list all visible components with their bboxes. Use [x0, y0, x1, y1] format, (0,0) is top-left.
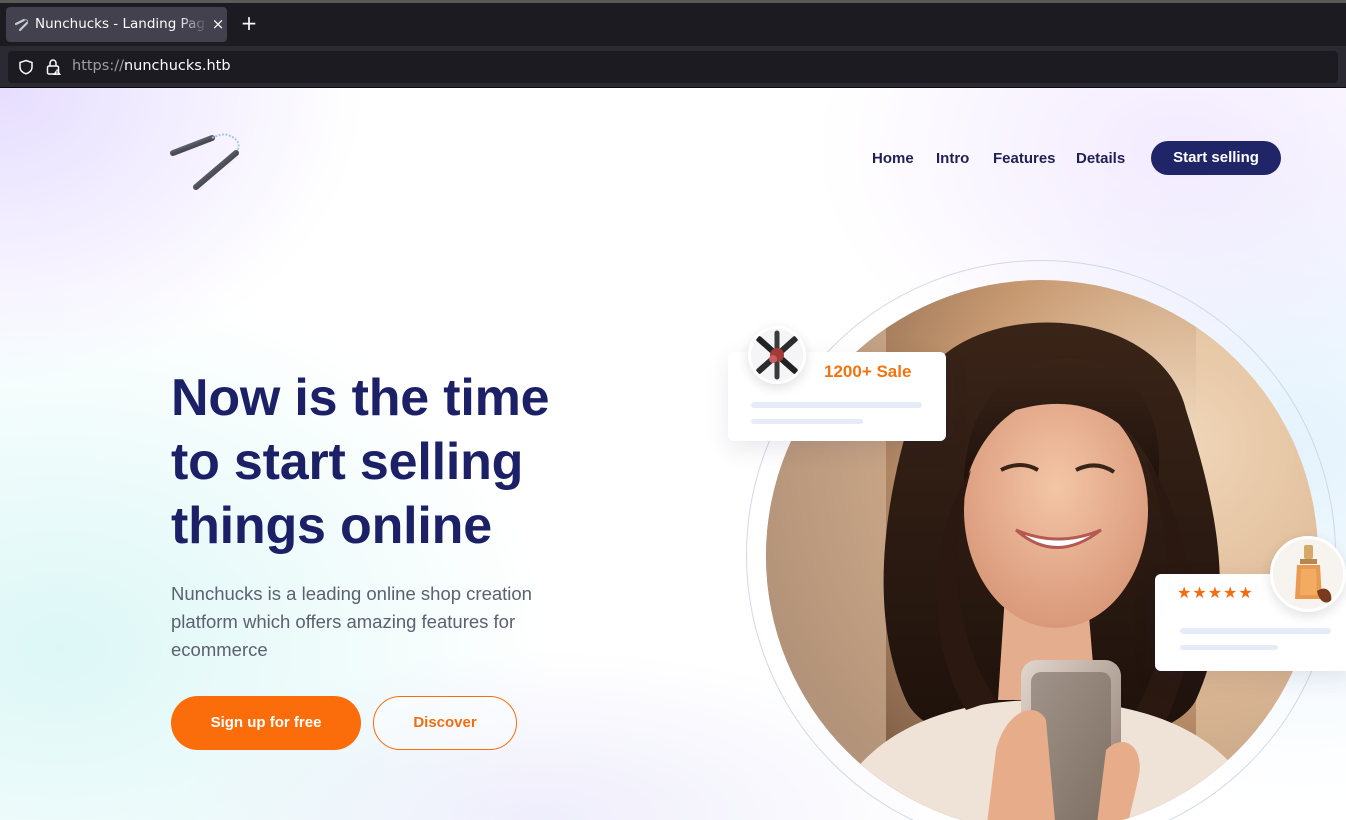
url-bar[interactable]: https://nunchucks.htb: [8, 51, 1338, 83]
url-scheme: https://: [72, 58, 124, 74]
lock-icon[interactable]: [45, 58, 62, 76]
hero-headline: Now is the time to start selling things …: [171, 366, 611, 558]
placeholder-line: [1180, 628, 1331, 634]
nav-intro[interactable]: Intro: [936, 150, 969, 167]
window-top-strip: [0, 0, 1346, 3]
new-tab-icon[interactable]: +: [238, 12, 260, 34]
tab-title-fade: [178, 13, 208, 35]
nav-details[interactable]: Details: [1076, 150, 1125, 167]
browser-tab-active[interactable]: Nunchucks - Landing Page ×: [6, 7, 227, 42]
sale-count-label: 1200+ Sale: [824, 362, 912, 381]
landing-page: Home Intro Features Details Start sellin…: [0, 88, 1346, 820]
nav-features[interactable]: Features: [993, 150, 1056, 167]
navigation-toolbar: https://nunchucks.htb: [0, 46, 1346, 88]
lipstick-product-icon: [756, 330, 798, 380]
url-host: nunchucks.htb: [123, 58, 231, 74]
perfume-thumbnail: [1270, 536, 1346, 612]
nunchucks-icon: [15, 18, 29, 32]
headline-line: to start selling: [171, 433, 524, 491]
discover-button[interactable]: Discover: [373, 696, 517, 750]
url-text[interactable]: https://nunchucks.htb: [72, 58, 231, 74]
product-thumbnail: [748, 326, 806, 384]
headline-line: things online: [171, 497, 492, 555]
star-rating: ★★★★★: [1177, 583, 1254, 602]
placeholder-line: [1180, 645, 1278, 650]
close-tab-icon[interactable]: ×: [210, 13, 226, 35]
placeholder-line: [751, 402, 922, 408]
start-selling-button[interactable]: Start selling: [1151, 141, 1281, 175]
nunchucks-logo[interactable]: [170, 131, 246, 193]
nav-home[interactable]: Home: [872, 150, 914, 167]
perfume-product-icon: [1295, 545, 1332, 603]
browser-tab-bar: Nunchucks - Landing Page × +: [0, 0, 1346, 46]
placeholder-line: [751, 419, 863, 424]
hero-subtext: Nunchucks is a leading online shop creat…: [171, 583, 532, 660]
headline-line: Now is the time: [171, 369, 550, 427]
shield-icon[interactable]: [18, 59, 34, 75]
sign-up-button[interactable]: Sign up for free: [171, 696, 361, 750]
